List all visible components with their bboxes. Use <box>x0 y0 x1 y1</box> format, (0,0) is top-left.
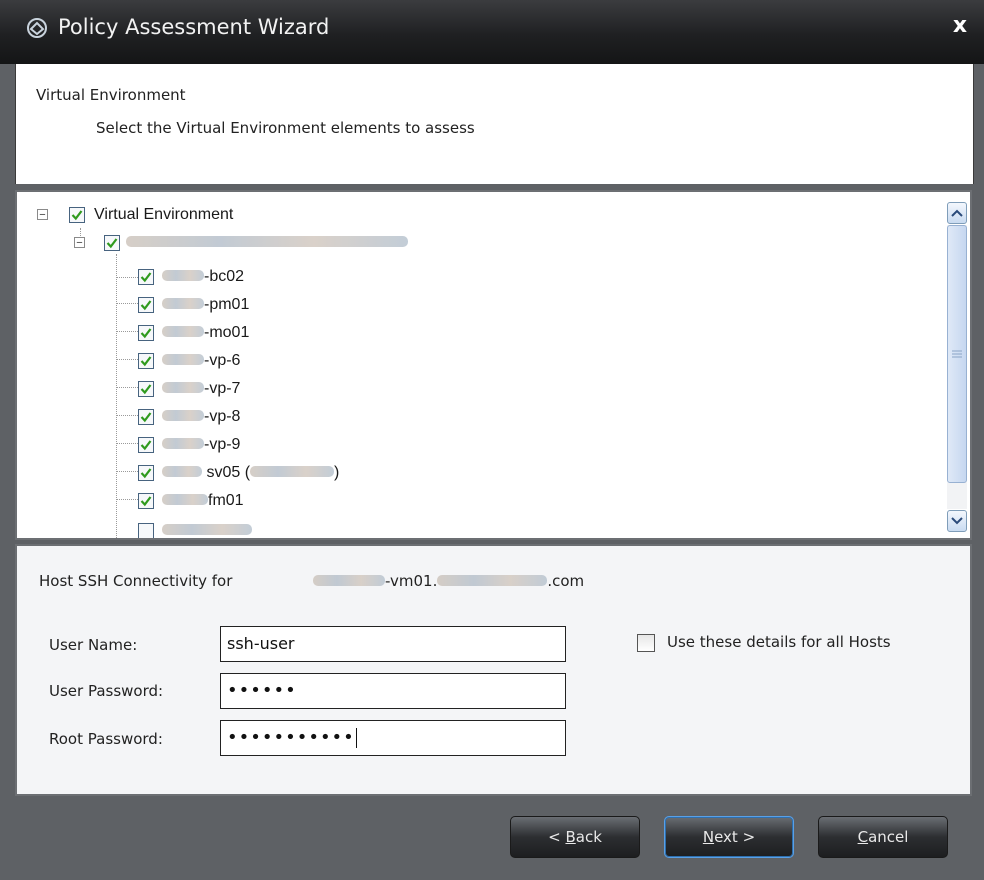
checkbox[interactable] <box>138 523 154 538</box>
scroll-thumb[interactable] <box>947 225 967 483</box>
user-name-field[interactable]: ssh-user <box>220 626 566 662</box>
cancel-label-post: ancel <box>868 828 909 846</box>
redacted-text <box>162 297 204 309</box>
collapse-icon[interactable]: − <box>74 237 85 249</box>
ssh-title: Host SSH Connectivity for <box>39 572 233 590</box>
redacted-text <box>126 235 408 247</box>
redacted-text <box>162 353 204 365</box>
redacted-text <box>162 437 204 449</box>
tree-label: -vp-6 <box>204 352 241 369</box>
close-button[interactable]: x <box>946 12 974 40</box>
user-name-label: User Name: <box>49 636 138 654</box>
redacted-text <box>162 269 204 281</box>
tree-label: Virtual Environment <box>94 206 234 223</box>
checkbox[interactable] <box>138 409 154 425</box>
tree-scrollbar[interactable] <box>947 202 967 532</box>
redacted-text <box>250 465 335 477</box>
redacted-text <box>162 523 252 535</box>
cancel-label-mnemonic: C <box>857 828 869 846</box>
checkbox[interactable] <box>138 437 154 453</box>
root-password-field[interactable]: ••••••••••• <box>220 720 566 756</box>
redacted-text <box>162 409 204 421</box>
checkbox[interactable] <box>138 381 154 397</box>
environment-tree: − Virtual Environment − -bc02 -pm01 -mo0… <box>15 190 972 540</box>
tree-label: -bc02 <box>204 268 245 285</box>
checkbox[interactable] <box>104 235 120 251</box>
scroll-up-button[interactable] <box>947 202 967 224</box>
tree-connector <box>116 499 138 500</box>
tree-label: -pm01 <box>204 296 250 313</box>
tree-label-redacted <box>126 230 408 256</box>
back-label-pre: < <box>548 828 566 846</box>
checkbox[interactable] <box>69 207 85 223</box>
tree-connector <box>116 277 138 278</box>
tree-label: -vp-7 <box>204 380 241 397</box>
tree-label: -vp-9 <box>204 436 241 453</box>
tree-connector <box>116 443 138 444</box>
next-label-post: ext > <box>714 828 756 846</box>
checkbox[interactable] <box>138 325 154 341</box>
tree-label: fm01 <box>208 492 244 509</box>
tree-label-tail: ) <box>334 464 340 481</box>
tree-label: -vp-8 <box>204 408 241 425</box>
tree-connector <box>116 303 138 304</box>
tree-connector <box>116 471 138 472</box>
back-label-post: ack <box>575 828 602 846</box>
wizard-window: Policy Assessment Wizard x Virtual Envir… <box>0 0 984 880</box>
next-button[interactable]: Next > <box>664 816 794 858</box>
root-password-value: ••••••••••• <box>227 727 355 748</box>
title-bar: Policy Assessment Wizard x <box>0 0 984 64</box>
step-title: Virtual Environment <box>36 86 186 104</box>
window-title: Policy Assessment Wizard <box>58 15 330 39</box>
tree-connector <box>116 331 138 332</box>
root-password-label: Root Password: <box>49 730 163 748</box>
checkbox[interactable] <box>138 465 154 481</box>
tree-label: -mo01 <box>204 324 250 341</box>
tree-connector <box>116 254 117 538</box>
redacted-text <box>162 381 204 393</box>
ssh-connectivity-panel: Host SSH Connectivity for -vm01. .com Use… <box>15 544 972 796</box>
back-button[interactable]: < Back <box>510 816 640 858</box>
tree-connector <box>116 415 138 416</box>
redacted-text <box>313 574 385 586</box>
tree-connector <box>116 359 138 360</box>
ssh-host-name: -vm01. .com <box>313 572 584 590</box>
checkbox[interactable] <box>138 493 154 509</box>
tree-label: sv05 ( <box>206 464 251 481</box>
host-prefix: -vm01. <box>385 572 438 590</box>
collapse-icon[interactable]: − <box>37 209 48 221</box>
redacted-text <box>162 493 208 505</box>
checkbox[interactable] <box>138 297 154 313</box>
use-for-all-hosts-checkbox[interactable] <box>637 634 655 652</box>
step-description: Select the Virtual Environment elements … <box>96 119 475 137</box>
wizard-header: Virtual Environment Select the Virtual E… <box>15 64 974 184</box>
wizard-app-icon <box>26 17 48 39</box>
user-password-field[interactable]: •••••• <box>220 673 566 709</box>
redacted-text <box>162 465 202 477</box>
user-password-label: User Password: <box>49 682 164 700</box>
text-caret <box>355 728 357 748</box>
scroll-track[interactable] <box>947 225 967 509</box>
host-suffix: .com <box>547 572 585 590</box>
redacted-text <box>162 325 204 337</box>
cancel-button[interactable]: Cancel <box>818 816 948 858</box>
redacted-text <box>437 574 548 586</box>
tree-connector <box>116 387 138 388</box>
use-for-all-hosts-label: Use these details for all Hosts <box>667 633 891 651</box>
checkbox[interactable] <box>138 269 154 285</box>
next-label-mnemonic: N <box>702 828 715 846</box>
checkbox[interactable] <box>138 353 154 369</box>
back-label-mnemonic: B <box>565 828 576 846</box>
scroll-down-button[interactable] <box>947 510 967 532</box>
